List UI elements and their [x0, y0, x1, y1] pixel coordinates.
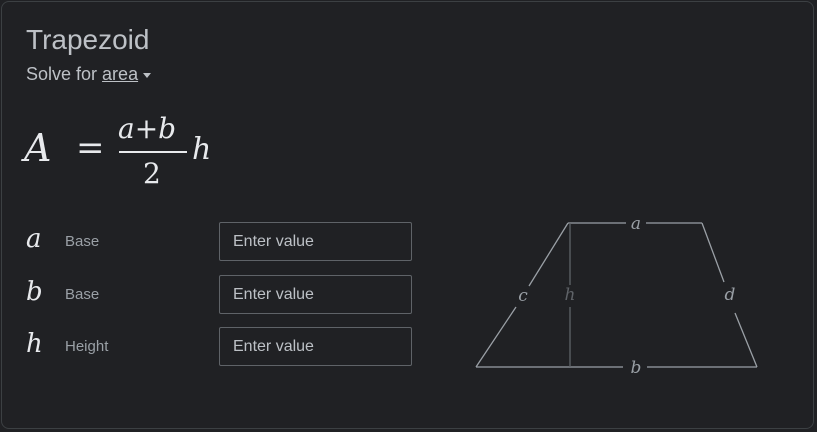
fraction-bar [119, 151, 187, 153]
variable-label: Base [65, 233, 100, 250]
height-h-input[interactable] [219, 327, 412, 366]
diagram-label-h: h [565, 285, 576, 305]
formula-denominator: 2 [143, 157, 161, 190]
trapezoid-diagram: a b c d h [475, 214, 758, 378]
diagram-label-d: d [725, 285, 736, 305]
calculator-title: Trapezoid [26, 24, 150, 55]
formula-numerator: a+b [118, 112, 177, 145]
side-c-upper-line [528, 222, 569, 287]
base-a-input[interactable] [219, 222, 412, 261]
variable-symbol: b [26, 277, 43, 307]
solve-for-prefix: Solve for [26, 64, 98, 84]
solve-for-target[interactable]: area [102, 63, 138, 85]
variable-symbol: a [26, 224, 42, 254]
variable-label: Height [65, 338, 109, 355]
diagram-label-a: a [631, 214, 641, 234]
formula-factor: h [192, 132, 212, 167]
diagram-label-b: b [631, 358, 642, 378]
caret-down-icon[interactable] [143, 72, 152, 78]
variable-symbol: h [26, 329, 43, 359]
side-d-lower-line [734, 312, 758, 368]
side-c-lower-line [475, 306, 517, 368]
formula-equals: = [76, 128, 105, 168]
solve-for-selector[interactable]: Solve for area [26, 63, 152, 85]
side-d-upper-line [701, 222, 725, 283]
trapezoid-calculator-card: Trapezoid Solve for area A = a+b 2 h a B… [1, 1, 814, 429]
formula-lhs: A [24, 126, 52, 170]
diagram-label-c: c [518, 286, 528, 306]
base-b-input[interactable] [219, 275, 412, 314]
variable-label: Base [65, 286, 100, 303]
